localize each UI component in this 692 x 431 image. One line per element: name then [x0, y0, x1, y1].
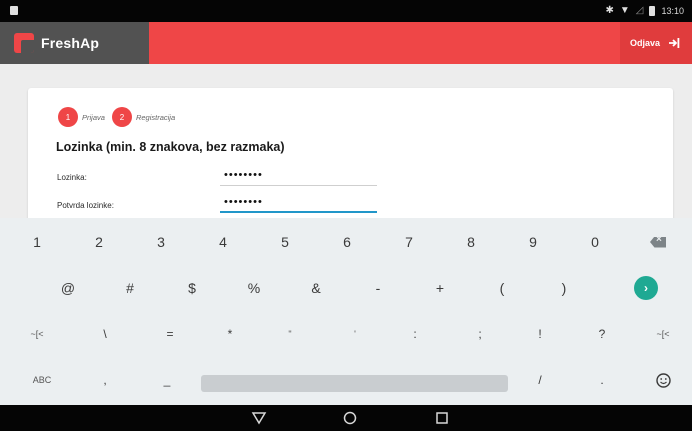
keyboard-row-symbols-2: ~[< \ = * " ' : ; ! ? ~[<	[0, 314, 692, 360]
key-4[interactable]: 4	[203, 222, 243, 262]
emoji-icon	[655, 372, 671, 388]
key-symbols-shift-left[interactable]: ~[<	[17, 314, 57, 354]
key-paren-open[interactable]: (	[482, 268, 522, 308]
emoji-key[interactable]	[643, 360, 683, 400]
logout-icon	[669, 38, 680, 48]
key-underscore[interactable]: _	[147, 360, 187, 400]
key-2[interactable]: 2	[79, 222, 119, 262]
keyboard-row-numbers: 1 2 3 4 5 6 7 8 9 0	[0, 222, 692, 268]
system-nav-bar	[0, 405, 692, 431]
step-indicator: 1 Prijava 2 Registracija	[58, 107, 178, 127]
step-1-label[interactable]: Prijava	[82, 113, 105, 122]
key-9[interactable]: 9	[513, 222, 553, 262]
keyboard-row-symbols-1: @ # $ % & - + ( ) ›	[0, 268, 692, 314]
battery-icon	[649, 5, 656, 16]
space-bar[interactable]	[201, 375, 508, 392]
key-1[interactable]: 1	[17, 222, 57, 262]
step-2-label[interactable]: Registracija	[136, 113, 175, 122]
key-backslash[interactable]: \	[85, 314, 125, 354]
brand: FreshAp	[0, 22, 149, 64]
logout-button[interactable]: Odjava	[619, 22, 692, 64]
password-label: Lozinka:	[57, 173, 87, 182]
key-ampersand[interactable]: &	[296, 268, 336, 308]
key-dollar[interactable]: $	[172, 268, 212, 308]
key-semicolon[interactable]: ;	[460, 314, 500, 354]
freshap-logo	[14, 33, 34, 53]
key-question[interactable]: ?	[582, 314, 622, 354]
notification-icon	[10, 6, 18, 15]
key-single-quote[interactable]: '	[335, 314, 375, 354]
status-icons: ✱ ▼ ◿ 13:10	[605, 5, 684, 16]
key-period[interactable]: .	[582, 360, 622, 400]
key-7[interactable]: 7	[389, 222, 429, 262]
key-0[interactable]: 0	[575, 222, 615, 262]
key-6[interactable]: 6	[327, 222, 367, 262]
key-paren-close[interactable]: )	[544, 268, 584, 308]
key-symbols-shift-right[interactable]: ~[<	[643, 314, 683, 354]
key-equals[interactable]: =	[150, 314, 190, 354]
key-exclamation[interactable]: !	[520, 314, 560, 354]
clock: 13:10	[661, 5, 684, 16]
key-hash[interactable]: #	[110, 268, 150, 308]
backspace-icon	[650, 236, 666, 248]
status-bar: ✱ ▼ ◿ 13:10	[0, 0, 692, 22]
key-abc[interactable]: ABC	[22, 360, 62, 400]
key-minus[interactable]: -	[358, 268, 398, 308]
go-key[interactable]: ›	[626, 268, 666, 308]
key-comma[interactable]: ,	[85, 360, 125, 400]
key-colon[interactable]: :	[395, 314, 435, 354]
key-plus[interactable]: +	[420, 268, 460, 308]
confirm-password-label: Potvrda lozinke:	[57, 201, 114, 210]
step-1-badge[interactable]: 1	[58, 107, 78, 127]
key-double-quote[interactable]: "	[270, 314, 310, 354]
app-header: FreshAp Odjava	[0, 22, 692, 64]
confirm-password-field[interactable]: ••••••••	[220, 197, 377, 213]
recents-icon[interactable]	[434, 410, 450, 426]
key-3[interactable]: 3	[141, 222, 181, 262]
backspace-key[interactable]	[638, 222, 678, 262]
bluetooth-icon: ✱	[605, 5, 614, 16]
key-at[interactable]: @	[48, 268, 88, 308]
home-icon[interactable]	[342, 410, 358, 426]
form-title: Lozinka (min. 8 znakova, bez razmaka)	[56, 140, 285, 154]
key-8[interactable]: 8	[451, 222, 491, 262]
back-icon[interactable]	[251, 410, 267, 426]
registration-card: 1 Prijava 2 Registracija Lozinka (min. 8…	[28, 88, 673, 228]
content-area: 1 Prijava 2 Registracija Lozinka (min. 8…	[0, 64, 692, 228]
key-5[interactable]: 5	[265, 222, 305, 262]
app-name: FreshAp	[41, 35, 100, 51]
wifi-icon: ▼	[619, 5, 630, 16]
logout-label: Odjava	[629, 38, 660, 48]
soft-keyboard: 1 2 3 4 5 6 7 8 9 0 @ # $ % & - + ( ) › …	[0, 218, 692, 405]
signal-icon: ◿	[635, 5, 644, 16]
go-arrow-icon: ›	[634, 276, 658, 300]
key-percent[interactable]: %	[234, 268, 274, 308]
key-slash[interactable]: /	[520, 360, 560, 400]
step-2-badge[interactable]: 2	[111, 107, 132, 127]
key-asterisk[interactable]: *	[210, 314, 250, 354]
password-field[interactable]: ••••••••	[220, 170, 377, 186]
